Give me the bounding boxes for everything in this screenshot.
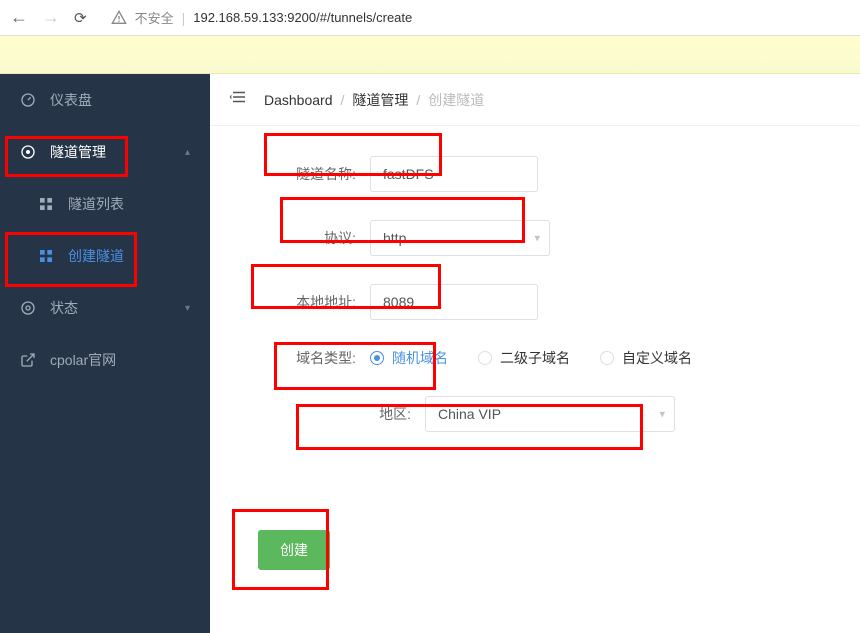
dashboard-icon [20, 92, 36, 108]
sidebar-label: 状态 [50, 298, 171, 318]
create-button[interactable]: 创建 [258, 530, 330, 570]
sidebar-item-status[interactable]: 状态 ▾ [0, 282, 210, 334]
label-protocol: 协议: [250, 228, 370, 248]
header-bar: Dashboard / 隧道管理 / 创建隧道 [210, 74, 860, 126]
breadcrumb-current: 创建隧道 [428, 90, 484, 110]
browser-bar: ← → ⟳ 不安全 | 192.168.59.133:9200/#/tunnel… [0, 0, 860, 36]
insecure-label: 不安全 [135, 8, 174, 27]
radio-label: 二级子域名 [500, 348, 570, 368]
circle-icon [20, 300, 36, 316]
address-bar[interactable]: 不安全 | 192.168.59.133:9200/#/tunnels/crea… [101, 8, 850, 27]
breadcrumb-sep: / [341, 92, 345, 108]
breadcrumb-item[interactable]: Dashboard [264, 92, 333, 108]
radio-random-domain[interactable]: 随机域名 [370, 348, 448, 368]
sidebar-sub-tunnel-list[interactable]: 隧道列表 [0, 178, 210, 230]
input-local-addr[interactable] [370, 284, 538, 320]
radio-group-domain-type: 随机域名 二级子域名 自定义域名 [370, 348, 692, 368]
breadcrumb-sep: / [416, 92, 420, 108]
url-text: 192.168.59.133:9200/#/tunnels/create [193, 10, 412, 25]
radio-subdomain[interactable]: 二级子域名 [478, 348, 570, 368]
sidebar-label: 隧道管理 [50, 142, 171, 162]
sidebar-item-tunnel-mgmt[interactable]: 隧道管理 ▴ [0, 126, 210, 178]
label-domain-type: 域名类型: [250, 348, 370, 368]
banner-strip [0, 36, 860, 74]
sidebar-sub-label: 隧道列表 [68, 194, 190, 214]
reload-button[interactable]: ⟳ [74, 9, 87, 27]
row-region: 地区: ▾ [250, 396, 820, 432]
sidebar-label: cpolar官网 [50, 350, 190, 370]
chevron-up-icon: ▴ [185, 147, 190, 158]
radio-icon [600, 351, 614, 365]
url-divider: | [182, 10, 186, 26]
external-link-icon [20, 352, 36, 368]
breadcrumb: Dashboard / 隧道管理 / 创建隧道 [264, 90, 484, 110]
select-region[interactable] [425, 396, 675, 432]
sidebar-sub-label: 创建隧道 [68, 246, 190, 266]
radio-icon [370, 351, 384, 365]
sidebar-item-dashboard[interactable]: 仪表盘 [0, 74, 210, 126]
menu-toggle-icon[interactable] [230, 88, 248, 111]
form-area: 隧道名称: 协议: ▾ 本地地址: 域名类型: 随机域名 [210, 126, 860, 600]
label-region: 地区: [250, 404, 425, 424]
breadcrumb-item[interactable]: 隧道管理 [352, 90, 408, 110]
grid-icon [38, 196, 54, 212]
sidebar: 仪表盘 隧道管理 ▴ 隧道列表 创建隧道 状态 ▾ [0, 74, 210, 633]
radio-icon [478, 351, 492, 365]
radio-label: 随机域名 [392, 348, 448, 368]
radio-custom-domain[interactable]: 自定义域名 [600, 348, 692, 368]
radio-label: 自定义域名 [622, 348, 692, 368]
label-tunnel-name: 隧道名称: [250, 164, 370, 184]
input-tunnel-name[interactable] [370, 156, 538, 192]
select-protocol[interactable] [370, 220, 550, 256]
chevron-down-icon: ▾ [185, 303, 190, 314]
grid-icon [38, 248, 54, 264]
main-content: Dashboard / 隧道管理 / 创建隧道 隧道名称: 协议: ▾ 本地地址… [210, 74, 860, 633]
back-button[interactable]: ← [10, 7, 28, 28]
compass-icon [20, 144, 36, 160]
row-tunnel-name: 隧道名称: [250, 156, 820, 192]
row-domain-type: 域名类型: 随机域名 二级子域名 自定义域名 [250, 348, 820, 368]
row-protocol: 协议: ▾ [250, 220, 820, 256]
sidebar-sub-create-tunnel[interactable]: 创建隧道 [0, 230, 210, 282]
sidebar-item-cpolar-site[interactable]: cpolar官网 [0, 334, 210, 386]
forward-button[interactable]: → [42, 7, 60, 28]
warning-icon [111, 10, 127, 26]
sidebar-label: 仪表盘 [50, 90, 190, 110]
label-local-addr: 本地地址: [250, 292, 370, 312]
row-local-addr: 本地地址: [250, 284, 820, 320]
